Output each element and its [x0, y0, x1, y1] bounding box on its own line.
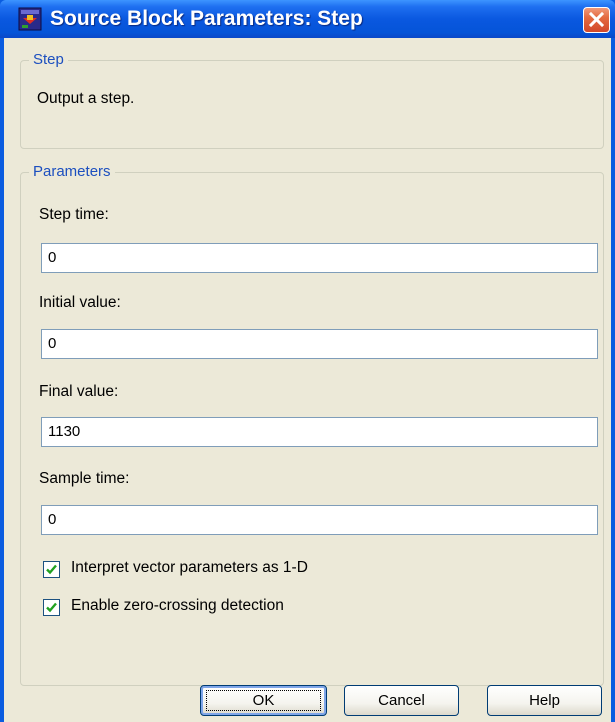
- window-title: Source Block Parameters: Step: [50, 7, 363, 30]
- zero-crossing-checkbox[interactable]: [43, 599, 60, 616]
- initial-value-input[interactable]: 0: [41, 329, 598, 359]
- cancel-button[interactable]: Cancel: [344, 685, 459, 716]
- interpret-vector-label[interactable]: Interpret vector parameters as 1-D: [71, 559, 308, 577]
- cancel-button-label: Cancel: [378, 692, 425, 709]
- ok-button[interactable]: OK: [200, 685, 327, 716]
- description-group-legend: Step: [29, 51, 68, 68]
- focus-rect: [206, 690, 321, 711]
- block-description: Output a step.: [37, 90, 135, 107]
- dialog-client-area: Step Output a step. Parameters Step time…: [4, 38, 611, 722]
- zero-crossing-label[interactable]: Enable zero-crossing detection: [71, 597, 284, 615]
- close-icon: [588, 11, 605, 28]
- title-bar[interactable]: Source Block Parameters: Step: [0, 0, 615, 38]
- interpret-vector-checkbox[interactable]: [43, 561, 60, 578]
- checkmark-icon: [46, 564, 57, 575]
- sample-time-label: Sample time:: [39, 470, 130, 487]
- parameters-group-legend: Parameters: [29, 163, 115, 180]
- close-button[interactable]: [583, 7, 610, 33]
- simulink-app-icon: [18, 7, 42, 31]
- final-value-label: Final value:: [39, 383, 119, 400]
- step-time-label: Step time:: [39, 206, 109, 223]
- help-button-label: Help: [529, 692, 560, 709]
- dialog-window: Source Block Parameters: Step Step Outpu…: [0, 0, 615, 722]
- step-time-input[interactable]: 0: [41, 243, 598, 273]
- help-button[interactable]: Help: [487, 685, 602, 716]
- final-value-input[interactable]: 1130: [41, 417, 598, 447]
- checkmark-icon: [46, 602, 57, 613]
- initial-value-label: Initial value:: [39, 294, 121, 311]
- sample-time-input[interactable]: 0: [41, 505, 598, 535]
